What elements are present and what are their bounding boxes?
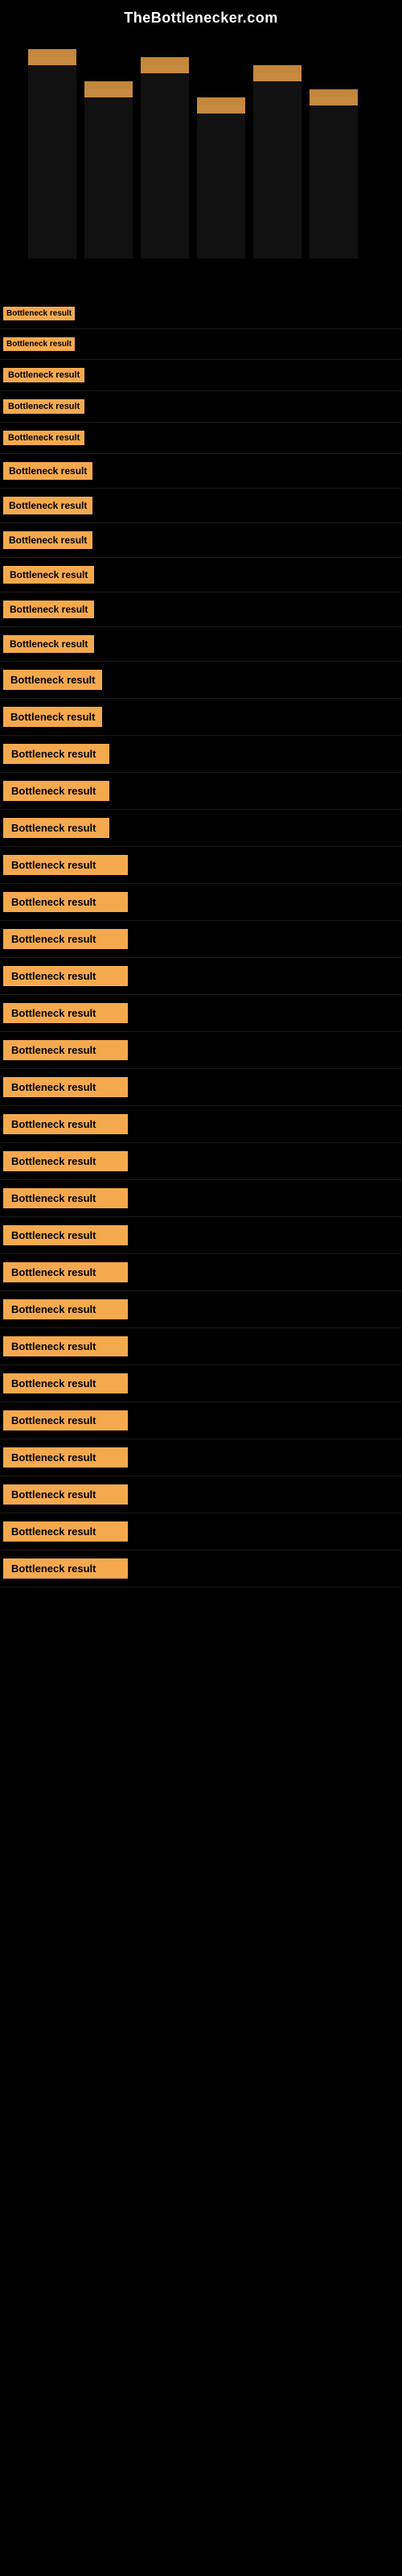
- bottleneck-row: Bottleneck result: [0, 329, 402, 360]
- bottleneck-row: Bottleneck result: [0, 773, 402, 810]
- bottleneck-result-label: Bottleneck result: [3, 399, 84, 414]
- bottleneck-row: Bottleneck result: [0, 662, 402, 699]
- bottleneck-row: Bottleneck result: [0, 454, 402, 489]
- bottleneck-result-label: Bottleneck result: [3, 1410, 128, 1430]
- bottleneck-row: Bottleneck result: [0, 489, 402, 523]
- bottleneck-row: Bottleneck result: [0, 360, 402, 391]
- bottleneck-result-label: Bottleneck result: [3, 855, 128, 875]
- bottleneck-row: Bottleneck result: [0, 958, 402, 995]
- bottleneck-result-label: Bottleneck result: [3, 707, 102, 727]
- bottleneck-row: Bottleneck result: [0, 391, 402, 423]
- bottleneck-result-label: Bottleneck result: [3, 1484, 128, 1505]
- bottleneck-row: Bottleneck result: [0, 699, 402, 736]
- bottleneck-row: Bottleneck result: [0, 921, 402, 958]
- bottleneck-row: Bottleneck result: [0, 423, 402, 454]
- bottleneck-result-label: Bottleneck result: [3, 1373, 128, 1393]
- bottleneck-result-label: Bottleneck result: [3, 1003, 128, 1023]
- bottleneck-row: Bottleneck result: [0, 1032, 402, 1069]
- bottleneck-result-label: Bottleneck result: [3, 601, 94, 618]
- bottleneck-result-label: Bottleneck result: [3, 462, 92, 480]
- bottleneck-row: Bottleneck result: [0, 1143, 402, 1180]
- bottleneck-row: Bottleneck result: [0, 1365, 402, 1402]
- bottleneck-row: Bottleneck result: [0, 1476, 402, 1513]
- bottleneck-result-label: Bottleneck result: [3, 431, 84, 445]
- bottleneck-row: Bottleneck result: [0, 1180, 402, 1217]
- bottleneck-result-label: Bottleneck result: [3, 337, 75, 351]
- bottleneck-result-label: Bottleneck result: [3, 929, 128, 949]
- bottleneck-row: Bottleneck result: [0, 884, 402, 921]
- bottleneck-result-label: Bottleneck result: [3, 1114, 128, 1134]
- bottleneck-row: Bottleneck result: [0, 1106, 402, 1143]
- bottleneck-result-label: Bottleneck result: [3, 1188, 128, 1208]
- bottleneck-result-label: Bottleneck result: [3, 531, 92, 549]
- bottleneck-row: Bottleneck result: [0, 1217, 402, 1254]
- bottleneck-row: Bottleneck result: [0, 736, 402, 773]
- bottleneck-result-label: Bottleneck result: [3, 892, 128, 912]
- bottleneck-result-label: Bottleneck result: [3, 1558, 128, 1579]
- bottleneck-row: Bottleneck result: [0, 627, 402, 662]
- site-title: TheBottlenecker.com: [0, 0, 402, 33]
- bottleneck-result-label: Bottleneck result: [3, 1447, 128, 1468]
- bottleneck-result-label: Bottleneck result: [3, 1040, 128, 1060]
- bottleneck-row: Bottleneck result: [0, 1069, 402, 1106]
- bottleneck-row: Bottleneck result: [0, 1513, 402, 1550]
- bottleneck-result-label: Bottleneck result: [3, 744, 109, 764]
- bottleneck-result-label: Bottleneck result: [3, 1225, 128, 1245]
- bottleneck-row: Bottleneck result: [0, 592, 402, 627]
- bottleneck-result-label: Bottleneck result: [3, 781, 109, 801]
- bottleneck-row: Bottleneck result: [0, 1402, 402, 1439]
- bottleneck-result-label: Bottleneck result: [3, 966, 128, 986]
- results-container: Bottleneck result Bottleneck result Bottle…: [0, 299, 402, 1587]
- chart-area: [0, 41, 402, 299]
- bottleneck-result-label: Bottleneck result: [3, 368, 84, 382]
- bottleneck-row: Bottleneck result: [0, 1328, 402, 1365]
- bottleneck-result-label: Bottleneck result: [3, 566, 94, 584]
- bottleneck-row: Bottleneck result: [0, 523, 402, 558]
- bottleneck-row: Bottleneck result: [0, 847, 402, 884]
- bottleneck-result-label: Bottleneck result: [3, 1077, 128, 1097]
- bottleneck-row: Bottleneck result: [0, 299, 402, 329]
- bottleneck-row: Bottleneck result: [0, 1439, 402, 1476]
- bottleneck-result-label: Bottleneck result: [3, 635, 94, 653]
- bottleneck-result-label: Bottleneck result: [3, 670, 102, 690]
- bottleneck-result-label: Bottleneck result: [3, 1336, 128, 1356]
- bottleneck-result-label: Bottleneck result: [3, 1151, 128, 1171]
- bottleneck-result-label: Bottleneck result: [3, 818, 109, 838]
- bottleneck-row: Bottleneck result: [0, 995, 402, 1032]
- bottleneck-row: Bottleneck result: [0, 1550, 402, 1587]
- bottleneck-result-label: Bottleneck result: [3, 1521, 128, 1542]
- bottleneck-result-label: Bottleneck result: [3, 307, 75, 320]
- bottleneck-row: Bottleneck result: [0, 1291, 402, 1328]
- bottleneck-result-label: Bottleneck result: [3, 1299, 128, 1319]
- bottleneck-result-label: Bottleneck result: [3, 1262, 128, 1282]
- bottleneck-row: Bottleneck result: [0, 810, 402, 847]
- bottleneck-result-label: Bottleneck result: [3, 497, 92, 514]
- bottleneck-row: Bottleneck result: [0, 1254, 402, 1291]
- bottleneck-row: Bottleneck result: [0, 558, 402, 592]
